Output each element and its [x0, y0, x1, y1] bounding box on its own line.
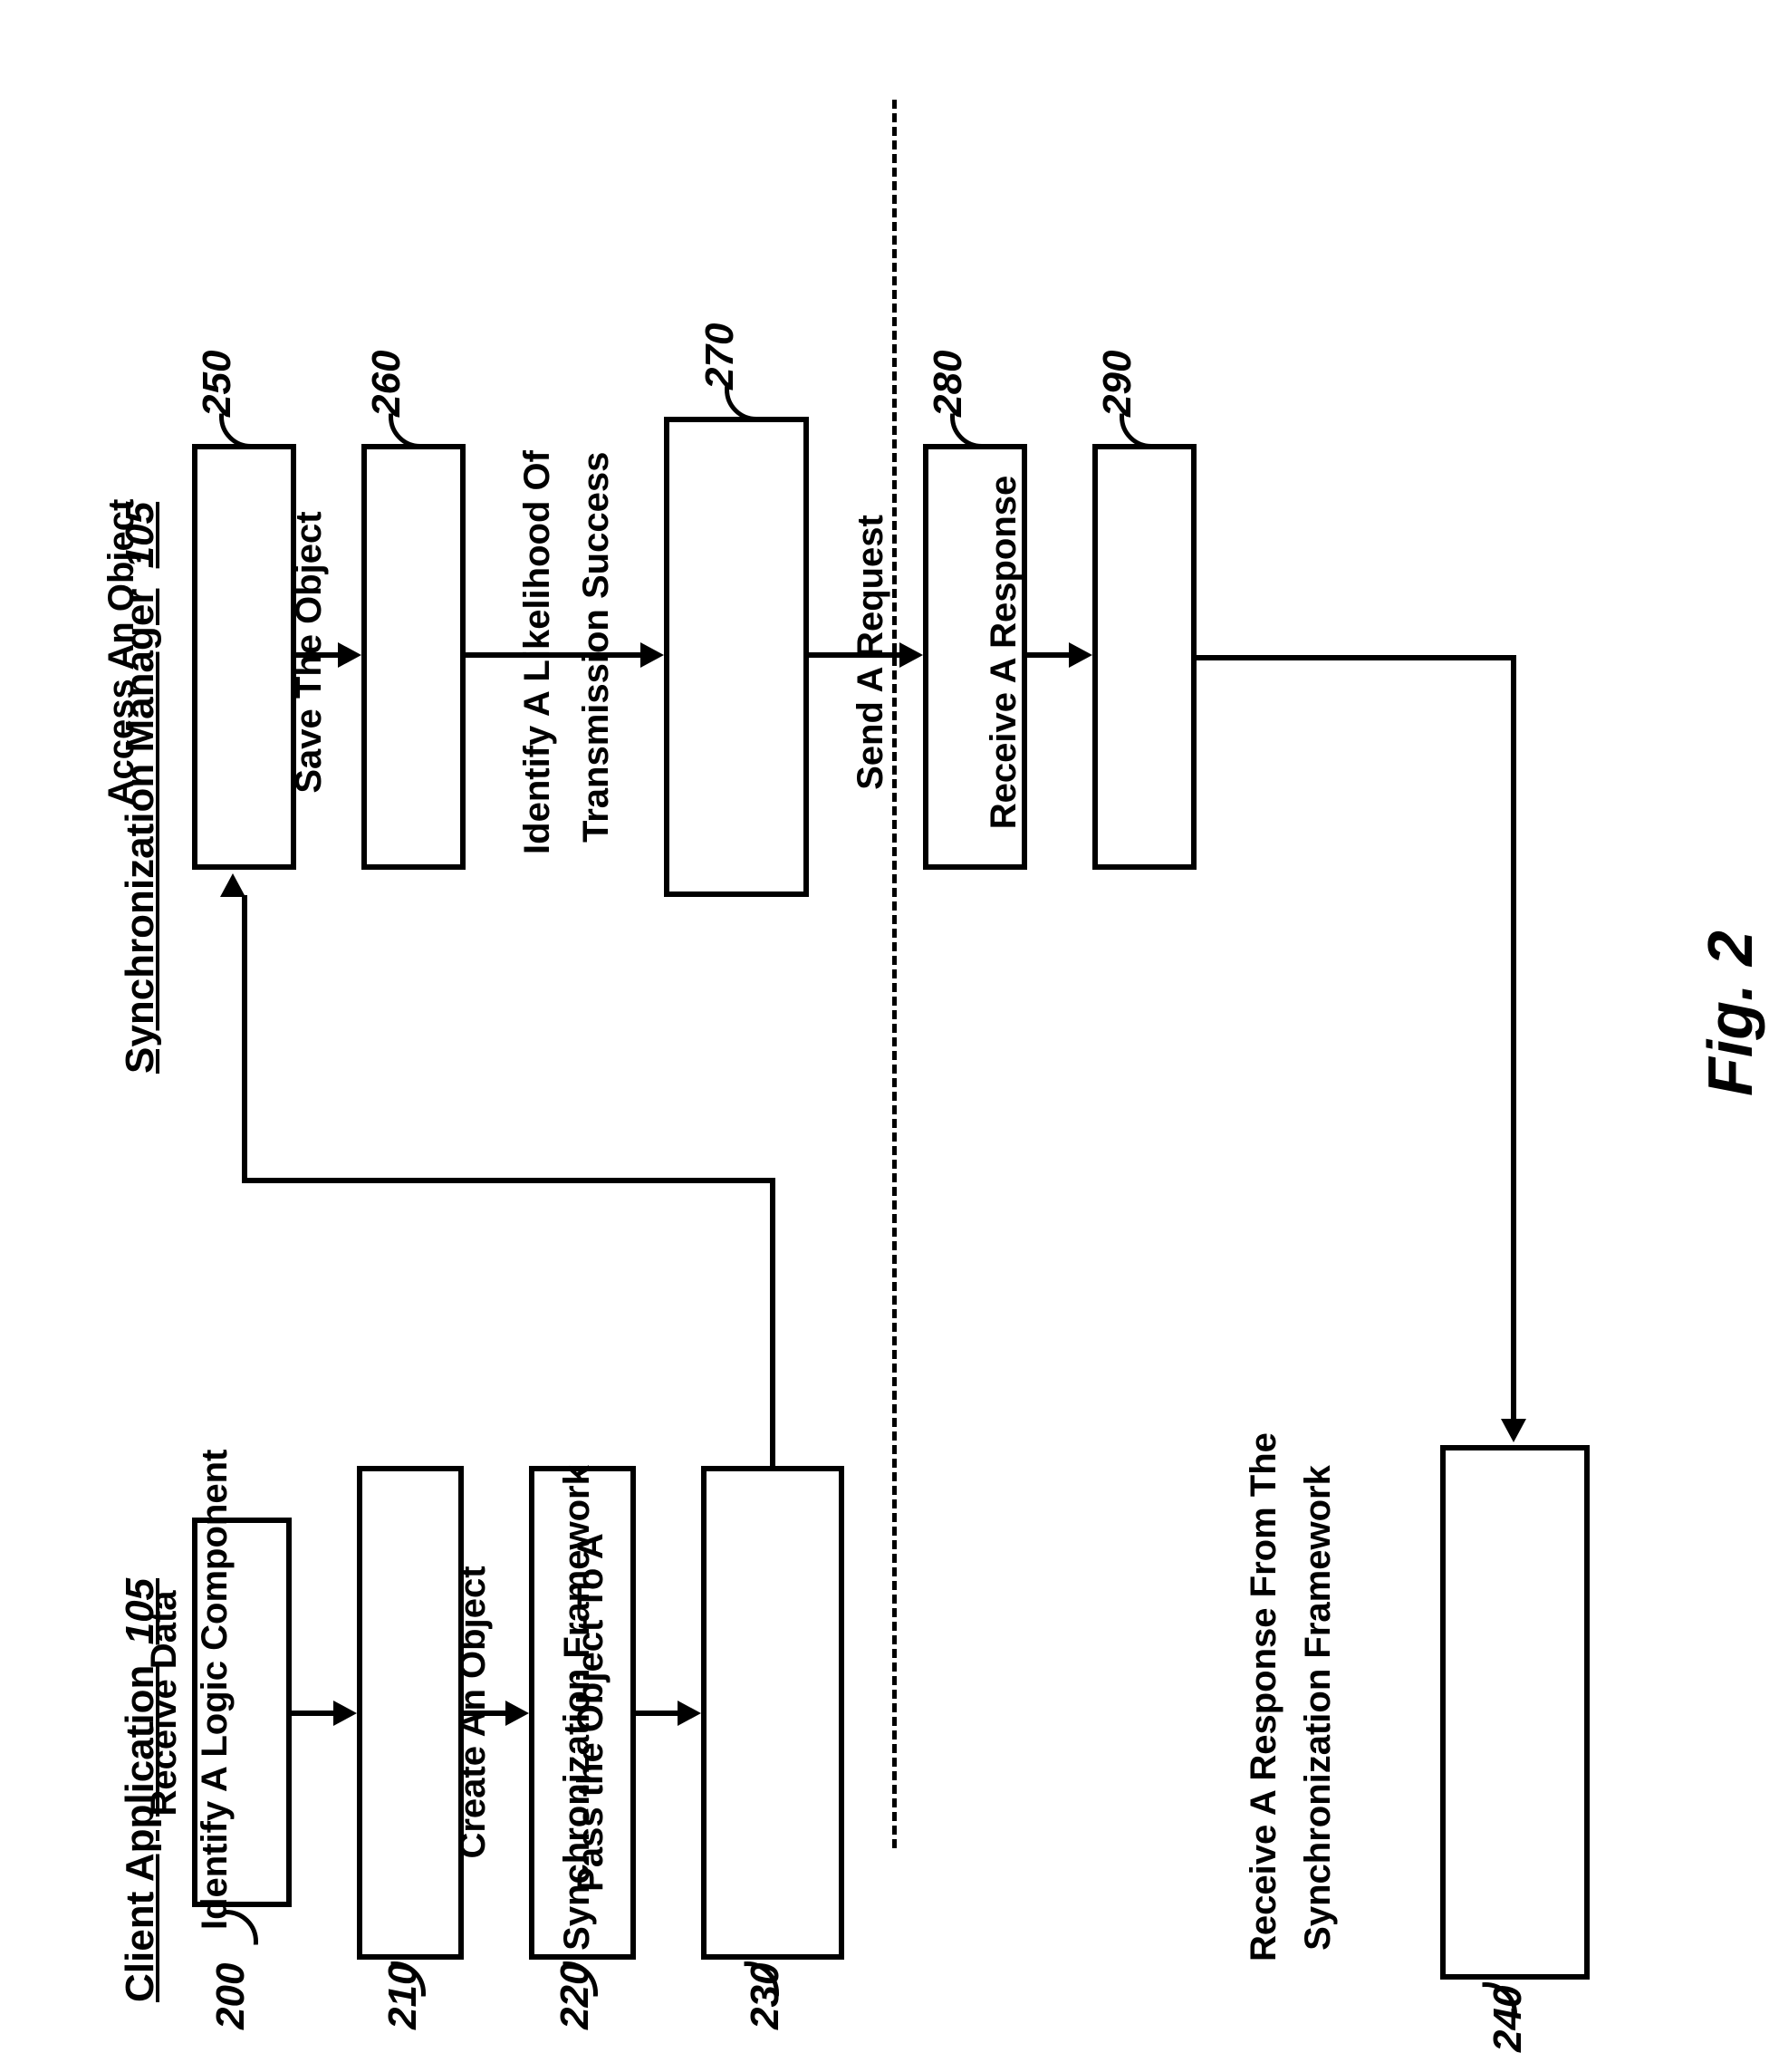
- arrow-230-250-seg2: [242, 1178, 775, 1183]
- diagram-page: Client Application 105 Synchronization M…: [0, 0, 1769, 2072]
- arrowhead-220-230: [678, 1701, 701, 1726]
- arrow-280-290: [1027, 652, 1071, 658]
- arrow-230-250-seg1: [770, 1178, 775, 1466]
- box-250-num: 250: [195, 351, 240, 417]
- arrowhead-290-240: [1501, 1419, 1526, 1442]
- box-200-num: 200: [208, 1963, 254, 2029]
- box-250-label: Access An Object: [101, 489, 142, 815]
- box-220-label: Create An Object: [452, 1563, 494, 1862]
- box-240-label-line1: Receive A Response From The: [1243, 1454, 1284, 1961]
- arrowhead-200-210: [333, 1701, 357, 1726]
- box-210: [357, 1466, 464, 1960]
- box-270-num: 270: [697, 323, 743, 390]
- arrowhead-270-280: [899, 642, 923, 668]
- arrow-200-210: [292, 1711, 335, 1716]
- arrow-220-230: [636, 1711, 679, 1716]
- box-270-label-line2: Transmission Success: [575, 462, 617, 843]
- arrow-290-240-seg2: [1511, 655, 1516, 1421]
- arrowhead-230-250: [220, 873, 245, 897]
- arrowhead-210-220: [505, 1701, 529, 1726]
- box-290-label: Receive A Response: [983, 471, 1024, 834]
- arrowhead-260-270: [640, 642, 664, 668]
- figure-caption: Fig. 2: [1694, 930, 1766, 1096]
- box-290-num: 290: [1095, 351, 1140, 417]
- box-240-label-line2: Synchronization Framework: [1297, 1463, 1339, 1952]
- box-250: [192, 444, 296, 870]
- arrow-230-250-seg3: [242, 895, 247, 1183]
- swimlane-divider: [892, 100, 897, 1848]
- box-270-label-line1: Identify A Likelihood Of: [516, 448, 558, 856]
- box-240: [1440, 1445, 1590, 1980]
- box-260-num: 260: [364, 351, 409, 417]
- box-290: [1092, 444, 1197, 870]
- box-210-label: Identify A Logic Component: [194, 1459, 236, 1930]
- box-200-label: Receive Data: [143, 1585, 185, 1821]
- box-230-label-line2: Synchronization Framework: [556, 1463, 598, 1952]
- box-260-label: Save The Object: [288, 507, 330, 797]
- arrowhead-250-260: [338, 642, 361, 668]
- box-280-label: Send A Request: [850, 507, 891, 797]
- box-270: [664, 417, 809, 897]
- arrowhead-280-290: [1069, 642, 1092, 668]
- box-280-num: 280: [926, 351, 971, 417]
- box-260: [361, 444, 466, 870]
- arrow-290-240-seg1: [1197, 655, 1511, 660]
- box-230: [701, 1466, 844, 1960]
